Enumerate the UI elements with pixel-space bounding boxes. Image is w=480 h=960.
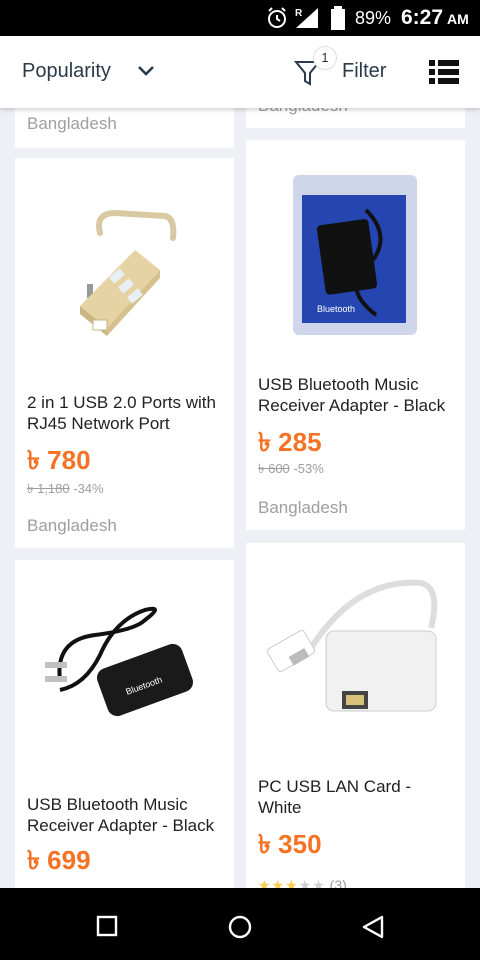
navigation-bar <box>0 888 480 960</box>
product-title: PC USB LAN Card - White <box>258 777 412 817</box>
back-icon[interactable] <box>361 914 385 940</box>
product-title: USB Bluetooth Music Receiver Adapter - B… <box>27 795 215 835</box>
battery-percent: 89% <box>355 8 392 28</box>
product-title: 2 in 1 USB 2.0 Ports with RJ45 Network P… <box>27 393 216 433</box>
product-price: ৳ 350 <box>258 829 322 859</box>
alarm-icon <box>268 7 286 28</box>
product-origin: Bangladesh <box>258 498 348 517</box>
product-card[interactable]: Bluetooth USB Bluetooth Music Receiver A… <box>246 140 465 530</box>
home-icon[interactable] <box>227 914 253 940</box>
product-title: USB Bluetooth Music Receiver Adapter - B… <box>258 375 446 415</box>
status-bar: R 89% 6:27 AM <box>0 0 480 36</box>
product-card[interactable]: 2 in 1 USB 2.0 Ports with RJ45 Network P… <box>15 158 234 548</box>
chevron-down-icon[interactable] <box>136 63 156 79</box>
battery-icon <box>331 6 345 30</box>
filter-count-badge: 1 <box>313 46 337 70</box>
old-price-row: ৳ 1,180 -34% <box>27 480 104 501</box>
discount: -34% <box>73 481 104 496</box>
filter-button[interactable]: Filter <box>342 60 386 83</box>
product-price: ৳ 780 <box>27 445 91 475</box>
product-image: Bluetooth <box>293 175 417 335</box>
signal-icon: R <box>295 8 318 28</box>
product-origin: Bangladesh <box>27 516 117 535</box>
product-price: ৳ 699 <box>27 845 91 875</box>
svg-text:Bluetooth: Bluetooth <box>317 304 355 314</box>
discount: -53% <box>293 461 324 476</box>
recent-apps-icon[interactable] <box>96 915 118 937</box>
product-card[interactable]: Bluetooth USB Bluetooth Music Receiver A… <box>15 560 234 890</box>
svg-text:R: R <box>295 8 303 19</box>
old-price-row: ৳ 600 -53% <box>258 460 324 481</box>
sort-dropdown[interactable]: Popularity <box>22 60 111 83</box>
list-view-icon[interactable] <box>428 58 460 86</box>
product-image: Bluetooth <box>45 606 194 717</box>
old-price: ৳ 1,180 <box>27 481 70 496</box>
product-image <box>80 209 177 336</box>
product-origin: Bangladesh <box>27 114 117 133</box>
old-price: ৳ 600 <box>258 461 290 476</box>
clock-ampm: AM <box>447 11 469 27</box>
sort-filter-bar: Popularity 1 Filter <box>0 36 480 108</box>
product-card[interactable]: PC USB LAN Card - White ৳ 350 ★★★★★ (3) <box>246 543 465 893</box>
clock-time: 6:27 <box>401 6 444 29</box>
product-image <box>266 579 438 712</box>
